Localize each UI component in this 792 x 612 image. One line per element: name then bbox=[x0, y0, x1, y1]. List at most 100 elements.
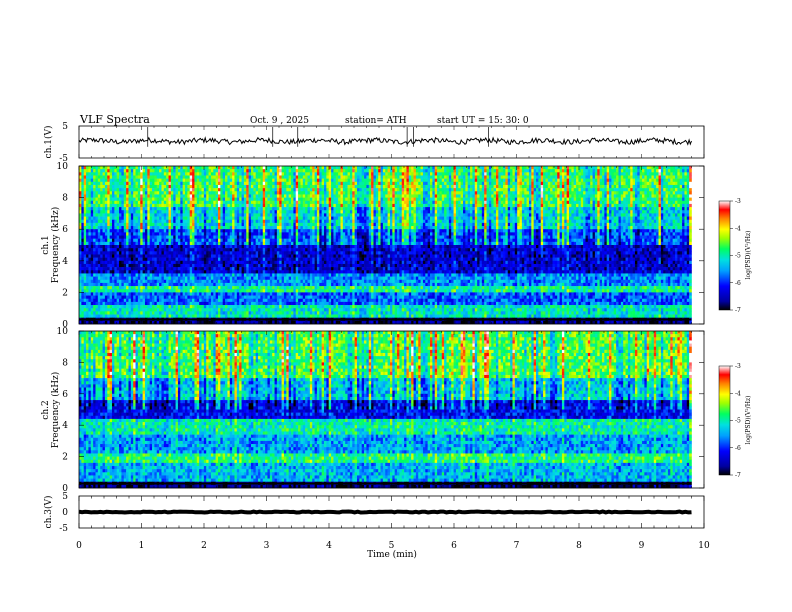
ch1-spec-cell bbox=[390, 198, 393, 201]
ch1-spec-cell bbox=[425, 175, 428, 178]
ch1-spec-cell bbox=[350, 204, 353, 207]
ch1-spec-cell bbox=[494, 198, 497, 201]
ch1-spec-cell bbox=[128, 169, 131, 172]
ch1-spec-cell bbox=[524, 182, 527, 185]
ch1-spec-cell bbox=[98, 185, 101, 188]
ch1-spec-cell bbox=[117, 213, 120, 216]
ch1-spec-cell bbox=[468, 217, 471, 220]
ch1-spec-cell bbox=[169, 213, 172, 216]
ch1-spec-cell bbox=[512, 194, 515, 197]
ch1-spec-cell bbox=[336, 175, 339, 178]
ch1-spec-cell bbox=[331, 166, 334, 169]
ch1-spec-cell bbox=[98, 172, 101, 175]
ch1-spec-cell bbox=[479, 207, 482, 210]
ch1-spec-cell bbox=[498, 220, 501, 223]
ch1-spec-cell bbox=[524, 185, 527, 188]
ch1-spec-cell bbox=[220, 198, 223, 201]
ch1-spec-cell bbox=[682, 179, 685, 182]
ch1-spec-cell bbox=[265, 210, 268, 213]
ch1-spec-cell bbox=[494, 207, 497, 210]
ch1-spec-cell bbox=[628, 191, 631, 194]
ch1-spec-cell bbox=[199, 175, 202, 178]
ch1-spec-cell bbox=[159, 169, 162, 172]
ch1-spec-cell bbox=[157, 217, 160, 220]
ch1-spec-cell bbox=[270, 166, 273, 169]
ch1-spec-cell bbox=[482, 201, 485, 204]
ch1-spec-cell bbox=[489, 169, 492, 172]
ch1-spec-cell bbox=[173, 210, 176, 213]
ch1-spec-cell bbox=[399, 188, 402, 191]
ch1-spec-cell bbox=[121, 169, 124, 172]
ch1-spec-cell bbox=[614, 188, 617, 191]
ch1-spec-cell bbox=[569, 213, 572, 216]
ch1-spec-cell bbox=[249, 191, 252, 194]
ch1-spec-cell bbox=[534, 217, 537, 220]
ch1-spec-cell bbox=[656, 172, 659, 175]
ch1-spec-cell bbox=[220, 204, 223, 207]
ch1-spec-cell bbox=[126, 179, 129, 182]
ch1-spec-cell bbox=[220, 213, 223, 216]
ch1-spec-cell bbox=[187, 217, 190, 220]
ch1-spec-cell bbox=[618, 198, 621, 201]
ch1-spec-cell bbox=[185, 182, 188, 185]
ch1-spec-cell bbox=[635, 217, 638, 220]
ch1-spec-cell bbox=[256, 198, 259, 201]
ch1-spec-cell bbox=[520, 166, 523, 169]
ch1-spec-cell bbox=[553, 169, 556, 172]
ch1-spec-cell bbox=[663, 188, 666, 191]
ch1-spec-cell bbox=[604, 194, 607, 197]
ch1-spec-cell bbox=[319, 204, 322, 207]
ch1-spec-cell bbox=[171, 220, 174, 223]
ch1-spec-cell bbox=[329, 217, 332, 220]
ch1-spec-cell bbox=[161, 172, 164, 175]
ch1-spec-cell bbox=[524, 166, 527, 169]
ch1-spec-cell bbox=[293, 172, 296, 175]
ch1-spec-cell bbox=[654, 213, 657, 216]
ch1-spec-cell bbox=[618, 172, 621, 175]
ch1-spec-cell bbox=[119, 172, 122, 175]
start-ut-label: start UT = 15: 30: 0 bbox=[437, 116, 529, 126]
ch1-spec-cell bbox=[357, 191, 360, 194]
ch1-spec-cell bbox=[515, 182, 518, 185]
ch1-spec-cell bbox=[157, 169, 160, 172]
ch1-spec-cell bbox=[689, 210, 692, 213]
ch1-spec-cell bbox=[472, 210, 475, 213]
ch1-spec-cell bbox=[119, 198, 122, 201]
ch1-spec-cell bbox=[529, 201, 532, 204]
ch1-spec-cell bbox=[145, 220, 148, 223]
ch1-spec-cell bbox=[397, 185, 400, 188]
ch1-spec-cell bbox=[383, 191, 386, 194]
ch1-spec-cell bbox=[95, 201, 98, 204]
ch1-spec-cell bbox=[298, 217, 301, 220]
ch1-spec-cell bbox=[103, 207, 106, 210]
ch1-spec-cell bbox=[98, 191, 101, 194]
ch1-spec-cell bbox=[557, 175, 560, 178]
ch1-spec-cell bbox=[270, 191, 273, 194]
ch1-spec-cell bbox=[107, 188, 110, 191]
ch1-spec-cell bbox=[357, 169, 360, 172]
ch1-spec-cell bbox=[84, 188, 87, 191]
ch1-spec-cell bbox=[308, 207, 311, 210]
ch1-spec-cell bbox=[687, 188, 690, 191]
ch1-spec-cell bbox=[303, 194, 306, 197]
ch1-spec-cell bbox=[98, 182, 101, 185]
ch1-spec-cell bbox=[402, 210, 405, 213]
ch1-spec-cell bbox=[319, 185, 322, 188]
ch1-spec-cell bbox=[406, 207, 409, 210]
ch1-spec-cell bbox=[447, 210, 450, 213]
ch1-spec-cell bbox=[623, 198, 626, 201]
ch1-spec-cell bbox=[444, 175, 447, 178]
ch1-spec-cell bbox=[249, 213, 252, 216]
ch1-spec-cell bbox=[597, 198, 600, 201]
ch1-spec-cell bbox=[555, 210, 558, 213]
ch1-spec-cell bbox=[350, 172, 353, 175]
ch1-spec-cell bbox=[256, 166, 259, 169]
ch1-spec-cell bbox=[479, 191, 482, 194]
ch1-spec-cell bbox=[651, 169, 654, 172]
ch1-spec-cell bbox=[376, 175, 379, 178]
ch1-spec-cell bbox=[574, 194, 577, 197]
ch1-spec-cell bbox=[637, 169, 640, 172]
ch1-spec-cell bbox=[451, 175, 454, 178]
ch1-spec-cell bbox=[284, 198, 287, 201]
ch1-spec-cell bbox=[454, 223, 457, 226]
